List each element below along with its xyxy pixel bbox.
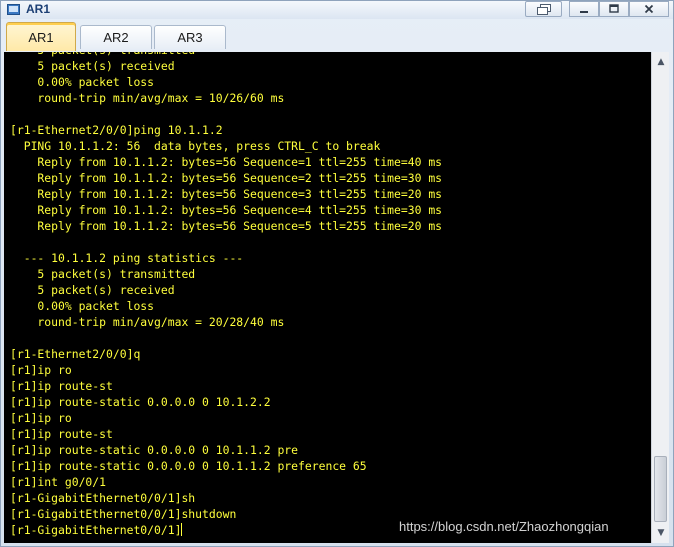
terminal-line: [r1]ip route-st	[10, 427, 113, 441]
terminal-line: Reply from 10.1.1.2: bytes=56 Sequence=5…	[10, 219, 443, 233]
restore-window-icon	[536, 3, 551, 15]
terminal-line: [r1-GigabitEthernet0/0/1]	[10, 523, 183, 537]
scroll-thumb[interactable]	[654, 456, 667, 522]
tab-ar1[interactable]: AR1	[6, 22, 76, 51]
terminal-line: round-trip min/avg/max = 10/26/60 ms	[10, 91, 285, 105]
terminal-line: [r1-Ethernet2/0/0]ping 10.1.1.2	[10, 123, 223, 137]
terminal-line: [r1]ip route-st	[10, 379, 113, 393]
tab-label: AR1	[28, 29, 54, 45]
terminal-line: 0.00% packet loss	[10, 75, 155, 89]
restore-window-button[interactable]	[525, 1, 562, 17]
minimize-icon	[580, 11, 588, 13]
tab-ar3[interactable]: AR3	[154, 25, 226, 49]
terminal-line: [r1]ip ro	[10, 363, 72, 377]
close-icon	[644, 4, 654, 14]
terminal-line: 5 packet(s) received	[10, 59, 175, 73]
terminal-line: [r1-Ethernet2/0/0]q	[10, 347, 141, 361]
terminal-line: round-trip min/avg/max = 20/28/40 ms	[10, 315, 285, 329]
maximize-icon	[609, 4, 619, 13]
terminal-line: 5 packet(s) transmitted	[10, 267, 196, 281]
terminal-line: 5 packet(s) received	[10, 283, 175, 297]
terminal-line: Reply from 10.1.1.2: bytes=56 Sequence=1…	[10, 155, 443, 169]
text-cursor	[181, 523, 183, 536]
terminal-output[interactable]: 5 packet(s) transmitted 5 packet(s) rece…	[4, 52, 651, 543]
terminal-line: [r1]ip route-static 0.0.0.0 0 10.1.2.2	[10, 395, 271, 409]
terminal-line: --- 10.1.1.2 ping statistics ---	[10, 251, 244, 265]
terminal-window: AR1 AR1 AR2 AR3 5 packet(s) received 0.0…	[0, 0, 674, 547]
chevron-down-icon: ▼	[657, 528, 665, 538]
terminal-line: [r1]ip ro	[10, 411, 72, 425]
scroll-down-button[interactable]: ▼	[653, 525, 669, 541]
device-tabs: AR1 AR2 AR3	[1, 19, 673, 51]
terminal-line: Reply from 10.1.1.2: bytes=56 Sequence=4…	[10, 203, 443, 217]
terminal-line: [r1]ip route-static 0.0.0.0 0 10.1.1.2 p…	[10, 443, 299, 457]
terminal-line: Reply from 10.1.1.2: bytes=56 Sequence=3…	[10, 187, 443, 201]
tab-label: AR3	[177, 30, 203, 45]
watermark-text: https://blog.csdn.net/Zhaozhongqian	[399, 519, 609, 534]
vertical-scrollbar[interactable]: ▲ ▼	[651, 52, 669, 543]
maximize-button[interactable]	[599, 1, 629, 17]
terminal-line: Reply from 10.1.1.2: bytes=56 Sequence=2…	[10, 171, 443, 185]
minimize-button[interactable]	[569, 1, 599, 17]
app-icon	[7, 4, 20, 15]
terminal-line: [r1-GigabitEthernet0/0/1]sh	[10, 491, 196, 505]
chevron-up-icon: ▲	[657, 57, 665, 67]
window-title: AR1	[26, 2, 51, 16]
scroll-up-button[interactable]: ▲	[653, 54, 669, 70]
terminal-line: [r1]int g0/0/1	[10, 475, 107, 489]
close-button[interactable]	[629, 1, 669, 17]
title-bar[interactable]: AR1	[1, 1, 673, 19]
terminal-line: 0.00% packet loss	[10, 299, 155, 313]
tab-ar2[interactable]: AR2	[80, 25, 152, 49]
tab-label: AR2	[103, 30, 129, 45]
terminal-line: [r1-GigabitEthernet0/0/1]shutdown	[10, 507, 237, 521]
terminal-line: [r1]ip route-static 0.0.0.0 0 10.1.1.2 p…	[10, 459, 367, 473]
terminal-lines: 5 packet(s) transmitted 5 packet(s) rece…	[4, 52, 442, 538]
terminal-line: PING 10.1.1.2: 56 data bytes, press CTRL…	[10, 139, 381, 153]
